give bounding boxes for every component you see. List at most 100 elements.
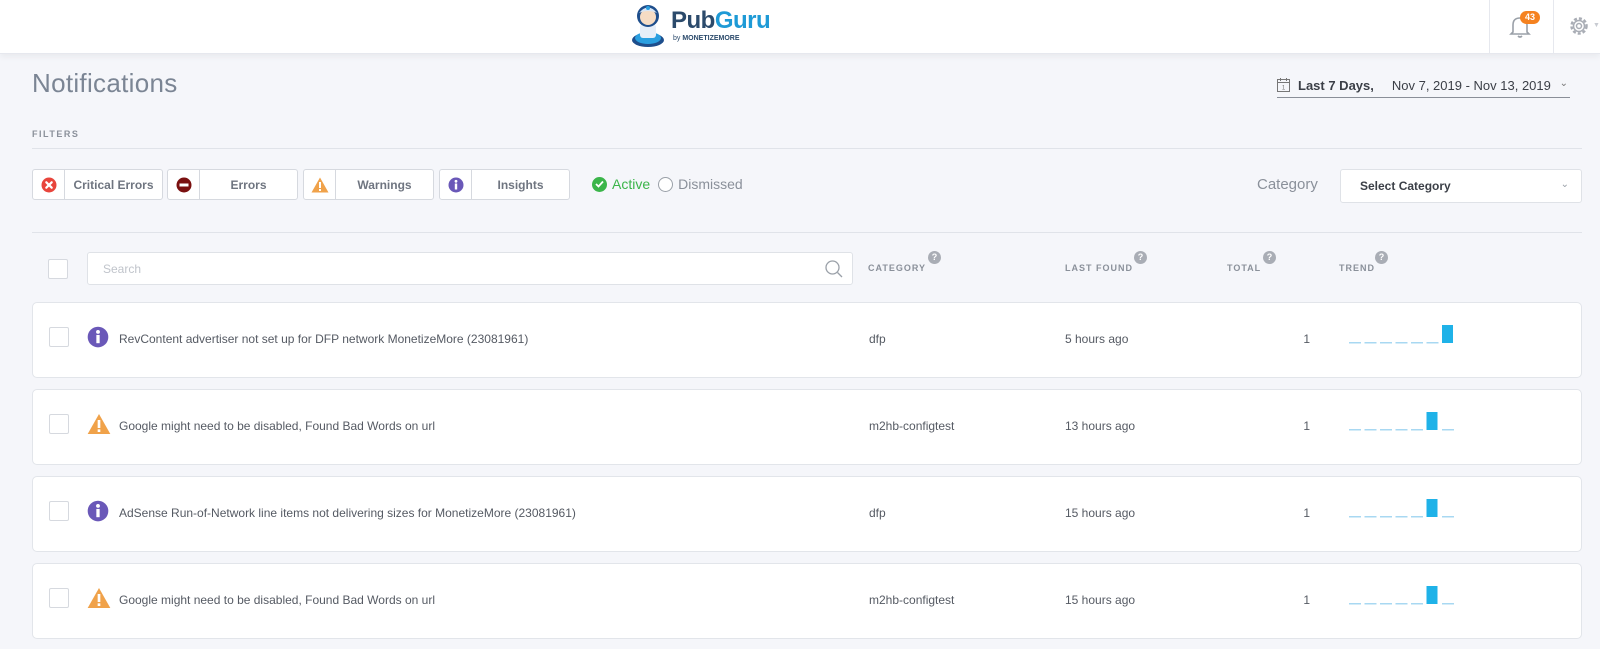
notification-category: dfp [869, 506, 886, 520]
divider [1553, 0, 1554, 54]
notification-total: 1 [1303, 593, 1310, 607]
trend-bar [1349, 516, 1361, 518]
help-icon[interactable]: ? [1134, 251, 1147, 264]
notification-total: 1 [1303, 332, 1310, 346]
filter-errors-button[interactable]: Errors [167, 169, 298, 200]
notification-total: 1 [1303, 419, 1310, 433]
info-icon [448, 177, 463, 192]
filter-label: Insights [497, 177, 544, 192]
trend-bar [1426, 412, 1438, 430]
logo-by: by [673, 34, 683, 42]
help-icon[interactable]: ? [1375, 251, 1388, 264]
notification-total: 1 [1303, 506, 1310, 520]
notification-last-found: 15 hours ago [1065, 593, 1136, 607]
divider [1489, 0, 1490, 54]
trend-bar [1349, 342, 1361, 344]
warning-icon [311, 177, 328, 192]
info-icon [87, 500, 109, 522]
column-header-last-found[interactable]: LAST FOUND [1065, 263, 1133, 273]
chevron-down-icon: ⌄ [1560, 179, 1569, 190]
info-icon [87, 326, 109, 348]
trend-bar [1411, 603, 1423, 605]
notification-message: Google might need to be disabled, Found … [119, 593, 435, 607]
notification-last-found: 13 hours ago [1065, 419, 1136, 433]
guru-mascot-icon [632, 5, 664, 47]
notification-row[interactable]: Google might need to be disabled, Found … [32, 563, 1582, 639]
filter-critical-errors-button[interactable]: Critical Errors [32, 169, 163, 200]
trend-bar [1380, 603, 1392, 605]
trend-bar [1411, 429, 1423, 431]
date-range-picker[interactable]: Last 7 Days, Nov 7, 2019 - Nov 13, 2019 … [1277, 74, 1570, 98]
notification-last-found: 15 hours ago [1065, 506, 1136, 520]
check-circle-icon [592, 176, 607, 192]
status-dismissed-radio[interactable]: Dismissed [658, 176, 743, 192]
row-checkbox[interactable] [49, 588, 69, 608]
filter-warnings-button[interactable]: Warnings [303, 169, 434, 200]
trend-bar [1411, 342, 1423, 344]
top-bar: PubGuru by MONETIZEMORE 43 ▼ [0, 0, 1600, 54]
critical-error-icon [41, 177, 56, 192]
trend-bar [1380, 516, 1392, 518]
trend-bar [1364, 603, 1377, 605]
trend-bar [1349, 603, 1361, 605]
trend-bar [1395, 603, 1408, 605]
trend-bar [1395, 516, 1408, 518]
radio-empty-icon [658, 176, 674, 192]
search-icon[interactable] [824, 259, 844, 279]
help-icon[interactable]: ? [1263, 251, 1276, 264]
status-radio-group: Active Dismissed [592, 176, 751, 192]
filter-label: Errors [230, 177, 267, 192]
notification-message: AdSense Run-of-Network line items not de… [119, 506, 576, 520]
notification-last-found: 5 hours ago [1065, 332, 1129, 346]
trend-bar [1364, 516, 1377, 518]
chevron-down-icon: ⌄ [1559, 78, 1568, 89]
trend-sparkline [1349, 325, 1453, 344]
notification-row[interactable]: Google might need to be disabled, Found … [32, 389, 1582, 465]
trend-bar [1442, 429, 1454, 431]
notification-row[interactable]: RevContent advertiser not set up for DFP… [32, 302, 1582, 378]
row-checkbox[interactable] [49, 414, 69, 434]
category-select[interactable]: Select Category ⌄ [1340, 169, 1582, 203]
notification-message: Google might need to be disabled, Found … [119, 419, 435, 433]
trend-bar [1442, 516, 1454, 518]
notification-category: m2hb-configtest [869, 419, 955, 433]
trend-bar [1411, 516, 1423, 518]
filter-insights-button[interactable]: Insights [439, 169, 570, 200]
filters-label: FILTERS [32, 129, 80, 139]
trend-bar [1395, 342, 1408, 344]
divider [32, 232, 1582, 233]
help-icon[interactable]: ? [928, 251, 941, 264]
column-header-category[interactable]: CATEGORY [868, 263, 926, 273]
notification-category: dfp [869, 332, 886, 346]
gear-icon[interactable] [1568, 15, 1590, 37]
trend-bar [1364, 342, 1377, 344]
settings-caret-icon[interactable]: ▼ [1593, 22, 1600, 29]
notification-row[interactable]: AdSense Run-of-Network line items not de… [32, 476, 1582, 552]
select-all-checkbox[interactable] [48, 259, 68, 279]
trend-sparkline [1349, 586, 1454, 605]
warning-icon [87, 413, 111, 435]
pubguru-logo[interactable]: PubGuru by MONETIZEMORE [630, 2, 771, 48]
row-checkbox[interactable] [49, 501, 69, 521]
search-input[interactable] [88, 253, 788, 284]
row-checkbox[interactable] [49, 327, 69, 347]
trend-bar [1364, 429, 1377, 431]
logo-text-guru: Guru [714, 6, 771, 34]
status-active-radio[interactable]: Active [592, 176, 650, 192]
date-range-dates: Nov 7, 2019 - Nov 13, 2019 [1391, 78, 1551, 93]
trend-sparkline [1349, 499, 1454, 518]
trend-bar [1442, 325, 1453, 343]
notification-count-badge: 43 [1520, 11, 1541, 24]
column-header-trend[interactable]: TREND [1339, 263, 1375, 273]
page-title: Notifications [32, 68, 178, 98]
notification-message: RevContent advertiser not set up for DFP… [119, 332, 529, 346]
column-header-total[interactable]: TOTAL [1227, 263, 1261, 273]
status-dismissed-label: Dismissed [678, 176, 743, 192]
logo-brand: MONETIZEMORE [682, 34, 740, 42]
trend-bar [1380, 429, 1392, 431]
trend-sparkline [1349, 412, 1454, 431]
category-select-value: Select Category [1360, 179, 1451, 193]
notification-category: m2hb-configtest [869, 593, 955, 607]
trend-bar [1395, 429, 1408, 431]
trend-bar [1380, 342, 1392, 344]
